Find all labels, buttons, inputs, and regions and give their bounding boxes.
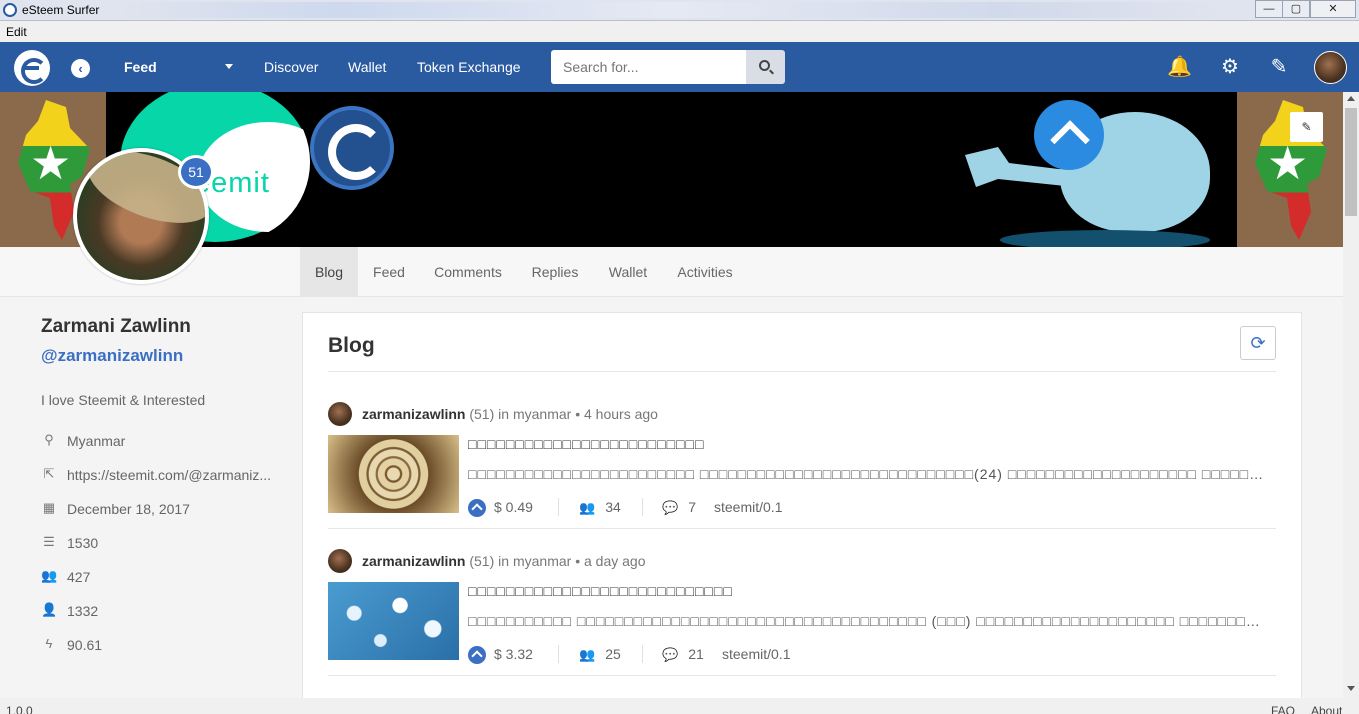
nav-token-exchange[interactable]: Token Exchange [417, 59, 521, 75]
close-button[interactable]: ✕ [1310, 0, 1356, 18]
nav-wallet[interactable]: Wallet [348, 59, 386, 75]
search-button[interactable] [746, 50, 785, 84]
post-title[interactable]: □□□□□□□□□□□□□□□□□□□□□□□□□□□□ [468, 583, 733, 599]
esteem-cover-logo [310, 106, 394, 190]
back-button[interactable]: ‹ [71, 59, 90, 78]
tab-comments[interactable]: Comments [420, 247, 516, 297]
post-votes[interactable]: 👥 25 [579, 643, 621, 665]
search-icon [759, 60, 770, 71]
whale-water [1000, 230, 1210, 247]
pencil-icon[interactable]: ✎ [1267, 55, 1291, 79]
profile-handle: @zarmanizawlinn [41, 346, 184, 365]
tab-blog[interactable]: Blog [300, 247, 358, 297]
window-titlebar: eSteem Surfer — ▢ ✕ [0, 0, 1359, 21]
post-author[interactable]: zarmanizawlinn [362, 553, 465, 569]
post-meta: zarmanizawlinn (51) in myanmar • 4 hours… [362, 406, 658, 422]
post-votes[interactable]: 👥 34 [579, 496, 621, 518]
user-avatar[interactable] [1314, 51, 1347, 84]
post-payout[interactable]: $ 0.49 [468, 496, 533, 518]
divider [328, 675, 1276, 676]
page-title: Blog [328, 334, 375, 357]
maximize-button[interactable]: ▢ [1282, 0, 1310, 18]
minimize-button[interactable]: — [1255, 0, 1283, 18]
gear-icon[interactable]: ⚙ [1218, 55, 1242, 79]
post-author-rep: (51) [469, 553, 495, 569]
status-bar: 1.0.0 FAQ About [0, 698, 1359, 714]
tab-activities[interactable]: Activities [662, 247, 748, 297]
edit-cover-button[interactable]: ✎ [1290, 112, 1323, 142]
post-category[interactable]: myanmar [513, 406, 571, 422]
author-avatar[interactable] [328, 402, 352, 426]
chevron-down-icon[interactable] [225, 64, 233, 69]
post-summary[interactable]: □□□□□□□□□□□□□□□□□□□□□□□□ □□□□□□□□□□□□□□□… [468, 466, 1268, 482]
list-item[interactable]: zarmanizawlinn (51) in myanmar • 4 hours… [328, 402, 1276, 532]
scroll-down-icon[interactable] [1347, 686, 1355, 691]
calendar-icon: ▦ [42, 500, 56, 515]
user-plus-icon: 👤 [41, 602, 58, 617]
about-link[interactable]: About [1311, 704, 1342, 714]
post-time: 4 hours ago [584, 406, 658, 422]
post-meta: zarmanizawlinn (51) in myanmar • a day a… [362, 553, 646, 569]
tab-wallet[interactable]: Wallet [594, 247, 662, 297]
post-thumbnail[interactable] [328, 435, 459, 513]
post-thumbnail[interactable] [328, 582, 459, 660]
post-payout[interactable]: $ 3.32 [468, 643, 533, 665]
profile-tabs: Blog Feed Comments Replies Wallet Activi… [0, 247, 1343, 297]
divider [328, 371, 1276, 372]
esteem-logo-icon[interactable] [14, 50, 50, 86]
window-title: eSteem Surfer [22, 3, 100, 17]
post-author-rep: (51) [469, 406, 495, 422]
users-icon: 👥 [579, 500, 596, 515]
app-version: 1.0.0 [6, 704, 33, 714]
nav-discover[interactable]: Discover [264, 59, 318, 75]
users-icon: 👥 [41, 568, 58, 583]
titlebar-background-strip [120, 2, 1220, 18]
top-navbar: ‹ Feed Discover Wallet Token Exchange 🔔 … [0, 42, 1359, 92]
comments-icon: 💬 [662, 500, 679, 515]
post-author[interactable]: zarmanizawlinn [362, 406, 465, 422]
scroll-up-icon[interactable] [1347, 96, 1355, 101]
reputation-badge: 51 [178, 155, 214, 189]
refresh-button[interactable]: ⟳ [1240, 326, 1276, 360]
post-time: a day ago [584, 553, 646, 569]
tab-feed[interactable]: Feed [358, 247, 420, 297]
author-avatar[interactable] [328, 549, 352, 573]
comments-icon: 💬 [662, 647, 679, 662]
menu-edit[interactable]: Edit [6, 25, 27, 39]
upvote-illustration-icon [1034, 100, 1104, 170]
external-link-icon: ⇱ [43, 466, 55, 481]
app-icon [3, 3, 17, 17]
upvote-icon[interactable] [468, 646, 486, 665]
faq-link[interactable]: FAQ [1271, 704, 1295, 714]
location-icon: ⚲ [44, 432, 54, 447]
post-comments[interactable]: 💬 21 [662, 643, 704, 665]
bolt-icon: ϟ [45, 636, 53, 651]
menu-bar: Edit [0, 21, 1359, 42]
tab-replies[interactable]: Replies [516, 247, 594, 297]
post-app: steemit/0.1 [722, 646, 791, 662]
divider [328, 528, 1276, 529]
post-comments[interactable]: 💬 7 [662, 496, 696, 518]
nav-feed-dropdown[interactable]: Feed [124, 59, 157, 75]
upvote-icon[interactable] [468, 499, 486, 518]
post-summary[interactable]: □□□□□□□□□□□ □□□□□□□□□□□□□□□□□□□□□□□□□□□□… [468, 613, 1268, 629]
list-item[interactable]: zarmanizawlinn (51) in myanmar • a day a… [328, 549, 1276, 679]
post-app: steemit/0.1 [714, 499, 783, 515]
post-category[interactable]: myanmar [513, 553, 571, 569]
list-icon: ☰ [43, 534, 55, 549]
blog-panel: Blog ⟳ zarmanizawlinn (51) in myanmar • … [302, 312, 1302, 712]
profile-sidebar: Zarmani Zawlinn @zarmanizawlinn I love S… [41, 316, 272, 653]
post-title[interactable]: □□□□□□□□□□□□□□□□□□□□□□□□□ [468, 436, 704, 452]
scroll-thumb[interactable] [1345, 108, 1357, 216]
search-input[interactable] [551, 50, 747, 84]
users-icon: 👥 [579, 647, 596, 662]
page-scrollbar[interactable] [1343, 92, 1359, 698]
profile-name: Zarmani Zawlinn [41, 316, 191, 337]
bell-icon[interactable]: 🔔 [1167, 55, 1192, 79]
profile-about: I love Steemit & Interested [41, 392, 206, 408]
